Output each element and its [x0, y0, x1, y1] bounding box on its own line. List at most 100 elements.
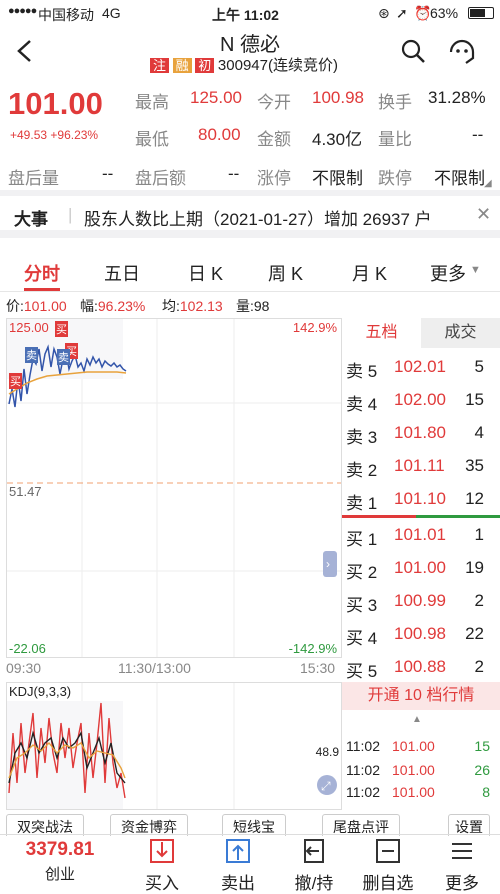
- buy-icon: [150, 839, 174, 863]
- tab-five-day[interactable]: 五日: [104, 260, 140, 286]
- current-price: 101.00: [8, 86, 103, 121]
- crosshair-info: 价:101.00 幅:96.23% 均:102.13 量:98: [0, 296, 340, 316]
- volume-ratio-label: 量比: [378, 130, 412, 149]
- buy-marker[interactable]: 买: [9, 373, 22, 389]
- chevron-down-icon[interactable]: ▼: [470, 264, 481, 276]
- bid-row[interactable]: 买 2 101.00 19: [342, 551, 500, 584]
- stock-subtitle: 注 融 初 300947(连续竞价): [150, 54, 338, 75]
- ask-row[interactable]: 卖 5 102.01 5: [342, 350, 500, 383]
- tag-financing: 融: [172, 58, 192, 73]
- kdj-value: 48.9: [315, 745, 339, 759]
- remove-watchlist-button[interactable]: 删自选: [356, 835, 420, 893]
- collapse-up-icon[interactable]: ▲: [412, 714, 422, 725]
- tool-short-term[interactable]: 短线宝: [222, 814, 286, 836]
- time-open: 09:30: [6, 660, 42, 676]
- amount-value: 4.30亿: [312, 130, 363, 149]
- tool-settings[interactable]: 设置: [448, 814, 490, 836]
- after-volume-value: --: [102, 164, 114, 183]
- bid-row[interactable]: 买 3 100.99 2: [342, 584, 500, 617]
- volume-ratio-value: --: [472, 125, 484, 144]
- ask-row[interactable]: 卖 4 102.00 15: [342, 383, 500, 416]
- kdj-title: KDJ(9,3,3): [9, 684, 72, 699]
- menu-icon: [452, 843, 472, 859]
- index-name: 创业: [44, 866, 75, 883]
- open-level10-button[interactable]: 开通 10 档行情: [342, 682, 500, 710]
- search-icon[interactable]: [400, 38, 426, 64]
- status-bar: ●●●●● 中国移动 4G 上午 11:02 ⊛ ➚ ⏰ 63%: [0, 0, 500, 26]
- expand-chevron-icon[interactable]: ◢: [484, 178, 492, 189]
- time-close: 15:30: [300, 660, 336, 676]
- bid-row[interactable]: 买 5 100.88 2: [342, 650, 500, 683]
- low-value: 80.00: [198, 125, 241, 144]
- after-volume-label: 盘后量: [8, 169, 59, 188]
- ask-row[interactable]: 卖 3 101.80 4: [342, 416, 500, 449]
- tab-trades[interactable]: 成交: [421, 318, 500, 348]
- indicator-toolbar: 双突战法 资金博弈 短线宝 尾盘点评 设置: [0, 812, 500, 836]
- info-avg: 均:102.13: [162, 298, 223, 314]
- close-icon[interactable]: ✕: [476, 204, 491, 225]
- low-label: 最低: [135, 130, 169, 149]
- tab-five-levels[interactable]: 五档: [342, 318, 421, 348]
- ask-row[interactable]: 卖 1 101.10 12: [342, 482, 500, 515]
- after-amount-label: 盘后额: [135, 169, 186, 188]
- price-change: +49.53 +96.23%: [10, 128, 99, 142]
- active-tab-indicator: [24, 288, 60, 291]
- tag-new: 初: [195, 58, 215, 73]
- tab-daily-k[interactable]: 日 K: [188, 260, 223, 286]
- event-divider: |: [68, 205, 73, 224]
- chart-min-price: -22.06: [9, 641, 46, 656]
- amount-label: 金额: [257, 130, 291, 149]
- battery-icon: [468, 7, 494, 19]
- tab-more[interactable]: 更多: [430, 260, 466, 286]
- tab-weekly-k[interactable]: 周 K: [268, 260, 303, 286]
- remove-icon: [376, 839, 400, 863]
- open-label: 今开: [257, 93, 291, 112]
- limit-down-label: 跌停: [378, 169, 412, 188]
- alarm-icon: ⏰: [414, 5, 432, 21]
- battery-percent: 63%: [430, 5, 459, 21]
- sell-icon: [226, 839, 250, 863]
- buy-marker[interactable]: 买: [55, 321, 68, 337]
- event-label: 大事: [14, 210, 48, 229]
- info-price: 价:101.00: [6, 298, 67, 314]
- limit-down-value: 不限制: [434, 169, 485, 188]
- network-type: 4G: [102, 5, 121, 21]
- carrier: 中国移动: [38, 7, 94, 23]
- svg-text:›: ›: [326, 557, 330, 571]
- index-ticker[interactable]: 3379.81 创业: [8, 835, 112, 889]
- chart-max-pct: 142.9%: [292, 320, 337, 335]
- chart-max-price: 125.00: [9, 320, 49, 335]
- location-icon: ➚: [396, 5, 408, 21]
- more-button[interactable]: 更多: [430, 835, 494, 893]
- bottom-navigation: 3379.81 创业 买入 卖出 撤/持 删自选 更多: [0, 834, 500, 893]
- svg-text:⤢: ⤢: [320, 779, 331, 793]
- bid-row[interactable]: 买 4 100.98 22: [342, 617, 500, 650]
- tool-capital-game[interactable]: 资金博弈: [110, 814, 188, 836]
- buy-button[interactable]: 买入: [130, 835, 194, 893]
- navigation-bar: N 德必 注 融 初 300947(连续竞价): [0, 26, 500, 78]
- tab-intraday[interactable]: 分时: [24, 260, 60, 286]
- quote-panel: 101.00 +49.53 +96.23% 最高 125.00 今开 100.9…: [0, 78, 500, 189]
- ask-row[interactable]: 卖 2 101.11 35: [342, 449, 500, 482]
- signal-icon: ●●●●●: [8, 5, 37, 17]
- event-bar[interactable]: 大事 | 股东人数比上期（2021-01-27）增加 26937 户 ✕: [0, 190, 500, 238]
- sell-marker[interactable]: 卖: [25, 347, 38, 363]
- tool-closing-review[interactable]: 尾盘点评: [322, 814, 400, 836]
- customer-service-icon[interactable]: [446, 36, 478, 66]
- intraday-chart[interactable]: › 125.00 142.9% 51.47 -22.06 -142.9% 买 卖…: [6, 318, 342, 658]
- tab-monthly-k[interactable]: 月 K: [352, 260, 387, 286]
- cancel-hold-button[interactable]: 撤/持: [282, 835, 346, 893]
- kdj-chart[interactable]: ⤢ KDJ(9,3,3) 48.9: [6, 682, 342, 810]
- index-value: 3379.81: [25, 839, 95, 860]
- open-value: 100.98: [312, 88, 364, 107]
- turnover-value: 31.28%: [428, 88, 486, 107]
- time-midday: 11:30/13:00: [118, 660, 191, 676]
- tool-breakout[interactable]: 双突战法: [6, 814, 84, 836]
- high-label: 最高: [135, 93, 169, 112]
- sell-button[interactable]: 卖出: [206, 835, 270, 893]
- order-book: 五档 成交 卖 5 102.01 5 卖 4 102.00 15 卖 3 101.80 4 …: [342, 318, 500, 808]
- sell-marker[interactable]: 卖: [57, 349, 70, 365]
- bid-row[interactable]: 买 1 101.01 1: [342, 518, 500, 551]
- chart-min-pct: -142.9%: [288, 641, 337, 656]
- clock: 上午 11:02: [212, 7, 279, 23]
